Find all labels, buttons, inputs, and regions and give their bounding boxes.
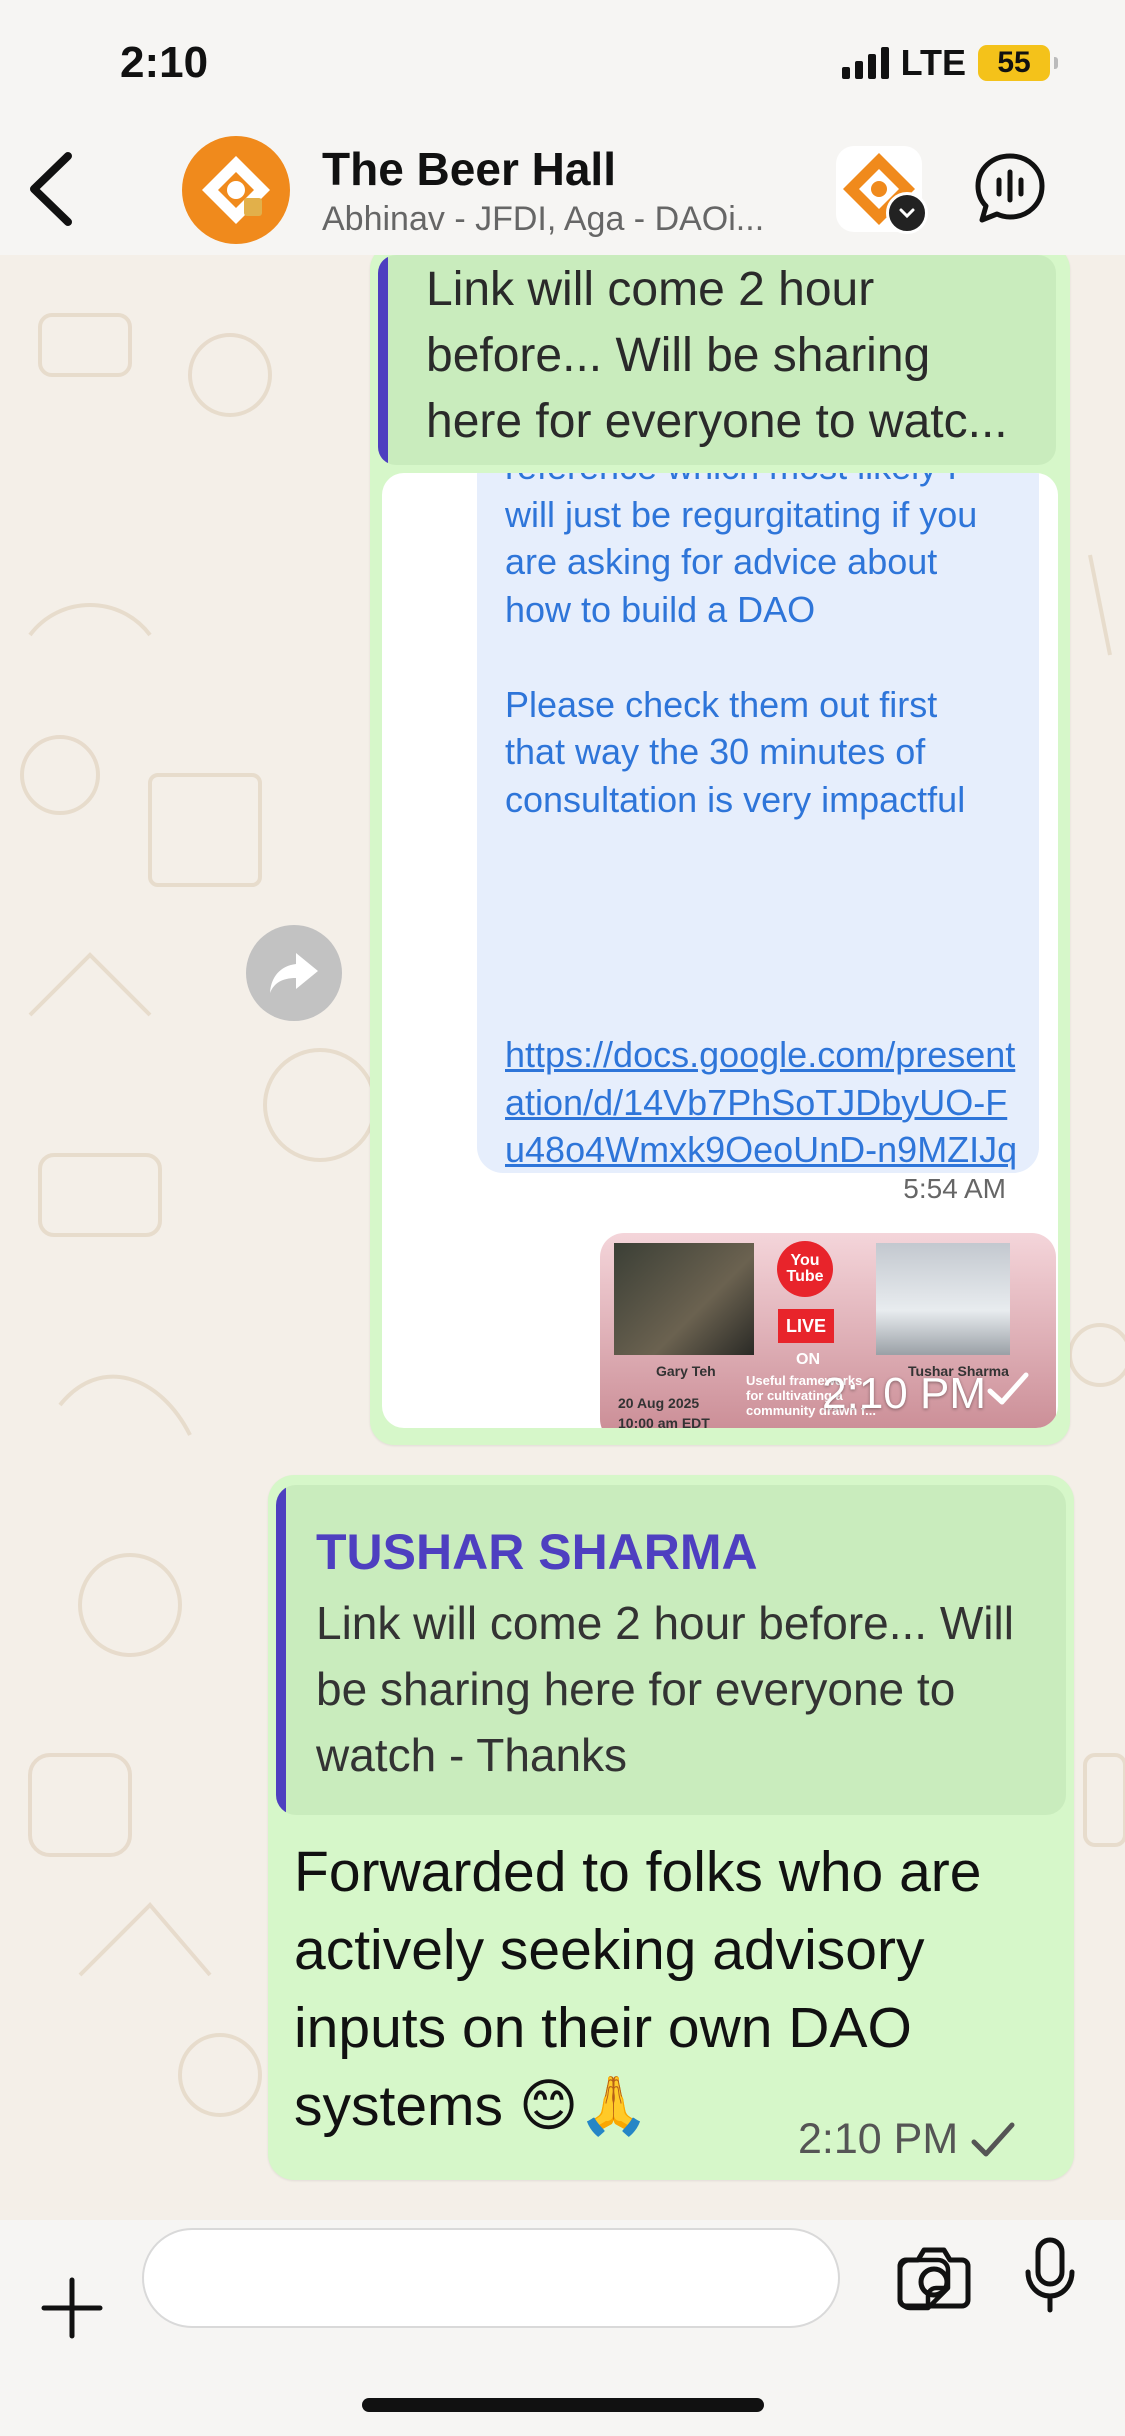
quoted-text: Link will come 2 hour before... Will be … [426, 263, 1008, 448]
status-bar: 2:10 LTE 55 [0, 0, 1125, 130]
status-time: 2:10 [120, 38, 209, 87]
status-indicators: LTE 55 [841, 42, 1058, 84]
group-logo-icon [202, 156, 270, 224]
home-indicator [362, 2398, 764, 2412]
message-input[interactable] [184, 2250, 748, 2308]
chat-title: The Beer Hall [322, 143, 616, 195]
forwarded-timestamp: 5:54 AM [903, 1173, 1006, 1204]
speaker-photo-left [614, 1243, 754, 1355]
forwarded-message[interactable]: reference which most likely I will just … [477, 473, 1039, 1173]
live-badge: LIVE [778, 1309, 834, 1343]
forwarded-card[interactable]: reference which most likely I will just … [382, 473, 1058, 1428]
attach-button[interactable] [36, 2272, 108, 2344]
chevron-down-icon [899, 208, 915, 219]
chat-members: Abhinav - JFDI, Aga - DAOi... [322, 200, 765, 238]
on-label: ON [796, 1351, 820, 1368]
forward-arrow-icon [270, 953, 318, 993]
back-button[interactable] [20, 144, 90, 234]
quote-bar [378, 255, 388, 465]
message-bubble[interactable]: TUSHAR SHARMA Link will come 2 hour befo… [268, 1475, 1074, 2180]
forwarded-text: reference which most likely I will just … [505, 473, 978, 820]
speaker-photo-right [876, 1243, 1010, 1355]
video-thumbnail[interactable]: You Tube LIVE Gary Teh ON Tushar Sharma … [600, 1233, 1056, 1428]
chevron-left-icon [30, 152, 72, 226]
microphone-icon [1025, 2237, 1075, 2313]
message-bubble[interactable]: Link will come 2 hour before... Will be … [370, 255, 1070, 1445]
group-avatar[interactable] [182, 136, 290, 244]
message-meta: 2:10 PM [798, 2115, 1016, 2164]
google-slides-link[interactable]: https://docs.google.com/presentation/d/1… [505, 1031, 1025, 1173]
voice-message-button[interactable] [1020, 2236, 1080, 2316]
chat-area[interactable]: Link will come 2 hour before... Will be … [0, 255, 1125, 2220]
message-text: Forwarded to folks who are actively seek… [294, 1840, 982, 2138]
camera-button[interactable] [896, 2242, 972, 2312]
speaker-left-name: Gary Teh [656, 1363, 716, 1379]
quoted-author: TUSHAR SHARMA [316, 1524, 758, 1580]
quoted-reply[interactable]: TUSHAR SHARMA Link will come 2 hour befo… [276, 1485, 1066, 1815]
voice-chat-button[interactable] [972, 150, 1048, 226]
message-timestamp: 2:10 PM [822, 1369, 986, 1418]
voice-chat-icon [975, 153, 1045, 223]
message-timestamp: 2:10 PM [798, 2115, 959, 2163]
quoted-text: Link will come 2 hour before... Will be … [316, 1597, 1014, 1781]
message-composer [0, 2220, 1125, 2436]
quoted-reply[interactable]: Link will come 2 hour before... Will be … [378, 255, 1056, 465]
network-label: LTE [900, 42, 966, 83]
battery-icon: 55 [978, 45, 1058, 81]
event-date: 20 Aug 2025 [618, 1395, 700, 1411]
signal-icon [841, 47, 889, 79]
event-time: 10:00 am EDT [618, 1415, 710, 1428]
forward-button[interactable] [246, 925, 342, 1021]
dropdown-badge[interactable] [886, 192, 928, 234]
sent-check-icon [987, 1372, 1029, 1405]
chat-title-block[interactable]: The Beer Hall Abhinav - JFDI, Aga - DAOi… [322, 142, 822, 239]
chat-header: The Beer Hall Abhinav - JFDI, Aga - DAOi… [0, 130, 1125, 255]
plus-icon [41, 2277, 103, 2339]
camera-icon [897, 2247, 971, 2309]
youtube-icon: You Tube [777, 1241, 833, 1297]
quote-bar [276, 1485, 286, 1815]
sent-check-icon [971, 2122, 1015, 2156]
message-input-container[interactable] [142, 2228, 951, 2328]
